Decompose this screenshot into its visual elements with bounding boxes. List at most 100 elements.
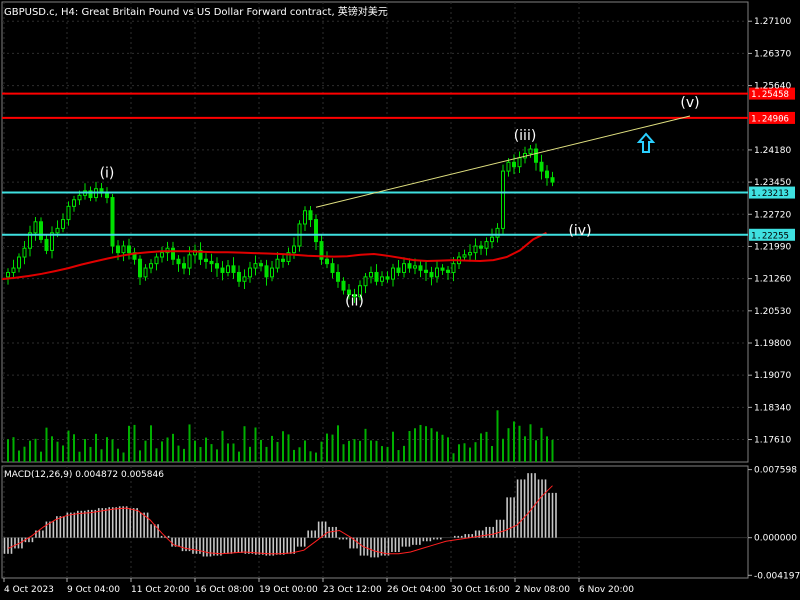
candle-body xyxy=(550,177,555,183)
candle-body xyxy=(209,260,214,265)
volume-bar xyxy=(56,441,59,462)
volume-bar xyxy=(337,425,339,462)
volume-bar xyxy=(320,441,323,462)
volume-bar xyxy=(326,433,328,462)
volume-bar xyxy=(546,436,548,462)
candle-body xyxy=(490,236,494,243)
volume-bar xyxy=(183,448,185,462)
resistance-price-label: 1.25458 xyxy=(751,90,789,100)
candle-body xyxy=(55,227,60,234)
candle-body xyxy=(341,280,346,291)
volume-bar xyxy=(95,433,97,462)
price-tick-label: 1.24180 xyxy=(754,146,791,156)
candle-body xyxy=(446,269,450,273)
volume-bar xyxy=(518,425,521,462)
candle-body xyxy=(303,210,307,225)
candle-body xyxy=(308,210,313,221)
candle-body xyxy=(512,161,516,168)
candle-body xyxy=(116,245,120,254)
volume-bar xyxy=(309,451,312,462)
candle-body xyxy=(270,267,274,278)
macd-title: MACD(12,26,9) 0.004872 0.005846 xyxy=(4,470,164,480)
volume-bar xyxy=(18,450,20,462)
volume-bar xyxy=(40,451,42,462)
volume-bar xyxy=(315,452,317,462)
candle-body xyxy=(39,221,43,240)
volume-bar xyxy=(331,434,334,462)
candle-body xyxy=(418,265,423,271)
candle-body xyxy=(330,263,335,273)
candle-body xyxy=(33,221,38,234)
price-tick-label: 1.19800 xyxy=(754,339,791,349)
volume-bar xyxy=(216,449,218,462)
candle-body xyxy=(292,245,296,254)
volume-bar xyxy=(232,443,235,462)
candle-body xyxy=(121,245,126,254)
volume-bar xyxy=(172,433,174,462)
volume-bar xyxy=(298,447,301,462)
volume-bar xyxy=(458,444,460,462)
volume-bar xyxy=(408,431,411,462)
candle-body xyxy=(435,267,439,278)
trading-chart[interactable]: 1.25458 1.24906 1.23213 1.22255 (i) (ii) (iii… xyxy=(0,0,800,600)
candle-body xyxy=(462,254,467,258)
price-tick-label: 1.21260 xyxy=(754,275,791,285)
volume-bar xyxy=(397,450,400,462)
resistance-price-label: 1.24906 xyxy=(751,114,789,124)
volume-bar xyxy=(496,410,499,462)
volume-bar xyxy=(293,449,295,462)
price-tick-label: 1.17610 xyxy=(754,436,791,446)
volume-bar xyxy=(106,437,108,462)
volume-bar xyxy=(513,421,515,462)
candle-body xyxy=(160,252,164,258)
candle-body xyxy=(182,263,186,269)
candle-body xyxy=(545,170,549,179)
volume-bar xyxy=(480,433,482,462)
candle-body xyxy=(534,148,538,163)
volume-bar xyxy=(78,451,81,462)
volume-bar xyxy=(342,444,345,462)
price-tick-label: 1.27100 xyxy=(754,17,791,27)
volume-bar xyxy=(23,446,26,462)
volume-bar xyxy=(12,437,15,462)
candle-body xyxy=(468,252,472,256)
candle-body xyxy=(6,271,10,278)
volume-bar xyxy=(221,430,224,462)
volume-bar xyxy=(381,446,383,462)
candle-body xyxy=(539,161,544,172)
volume-bar xyxy=(452,453,455,462)
volume-bar xyxy=(507,428,510,462)
candle-body xyxy=(506,161,511,172)
volume-bar xyxy=(430,428,433,462)
candle-body xyxy=(110,197,115,247)
time-tick-label: 26 Oct 04:00 xyxy=(387,585,446,595)
volume-bar xyxy=(551,439,554,462)
volume-bar xyxy=(243,426,246,462)
candle-body xyxy=(171,247,175,260)
volume-bar xyxy=(265,446,268,462)
volume-bar xyxy=(161,441,163,462)
candle-body xyxy=(127,245,131,254)
candle-body xyxy=(501,170,505,229)
volume-bar xyxy=(84,439,86,462)
candle-body xyxy=(226,265,230,273)
volume-bar xyxy=(254,427,257,462)
candle-body xyxy=(363,276,368,287)
wave-label: (i) xyxy=(100,166,115,182)
candle-body xyxy=(391,267,395,280)
candle-body xyxy=(479,245,483,249)
volume-bar xyxy=(447,437,449,462)
candle-body xyxy=(281,258,285,262)
volume-bar xyxy=(282,431,284,462)
time-tick-label: 2 Nov 08:00 xyxy=(515,585,570,595)
candle-body xyxy=(77,194,82,201)
candle-body xyxy=(385,276,390,280)
candle-body xyxy=(215,263,219,269)
volume-bar xyxy=(386,446,389,462)
price-tick-label: 1.18340 xyxy=(754,403,791,413)
macd-tick-label: 0.000000 xyxy=(754,534,797,544)
price-tick-label: 1.26370 xyxy=(754,49,791,59)
volume-bar xyxy=(414,428,416,462)
volume-bar xyxy=(249,446,251,462)
volume-bar xyxy=(540,427,543,462)
